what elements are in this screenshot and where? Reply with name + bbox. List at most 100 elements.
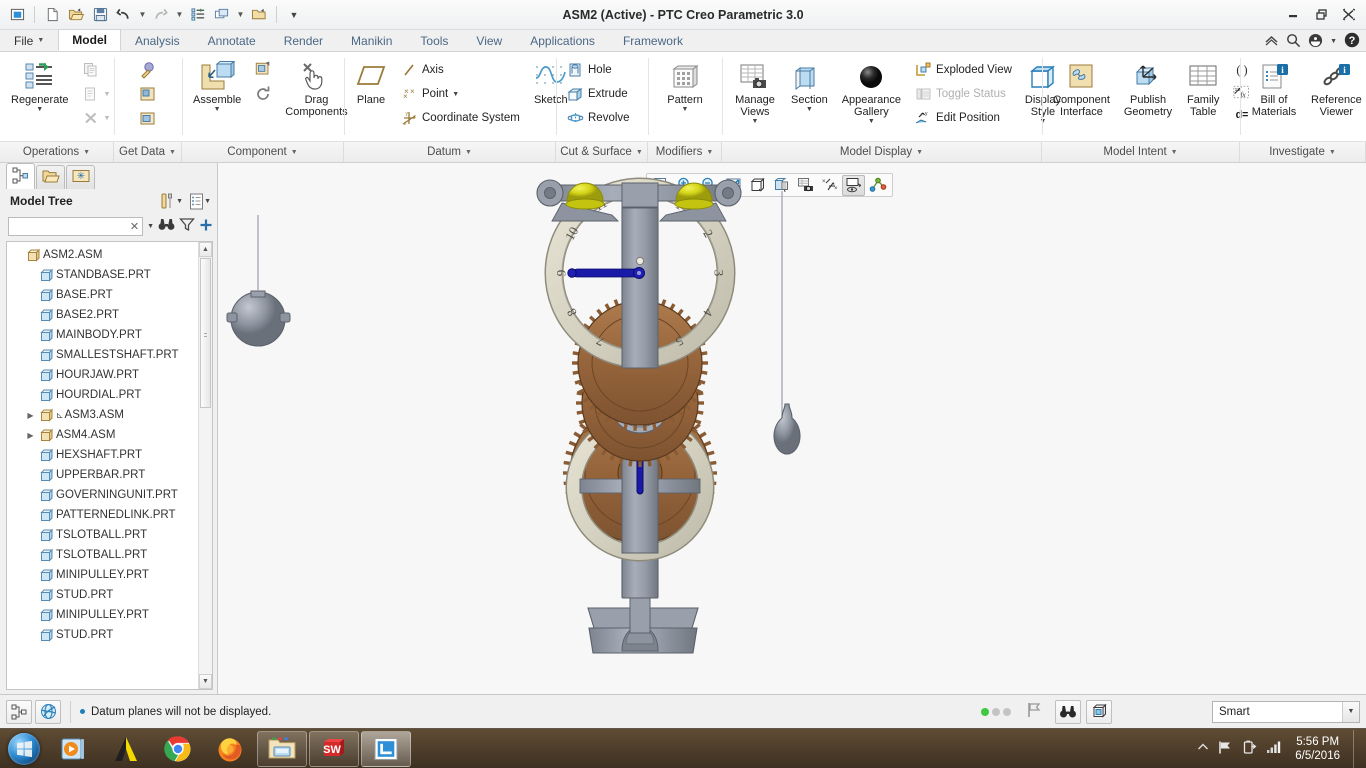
show-hidden-icons-icon[interactable] bbox=[1197, 742, 1209, 755]
paste-button[interactable]: ▼ bbox=[77, 82, 116, 106]
tab-file[interactable]: File ▼ bbox=[0, 29, 58, 51]
folder-browser-tab[interactable] bbox=[36, 165, 65, 189]
search-input[interactable]: ✕ bbox=[8, 216, 144, 236]
point-button[interactable]: × × × Point ▼ bbox=[395, 82, 525, 106]
window-switch-icon[interactable] bbox=[211, 4, 233, 26]
toggle-status-button[interactable]: Toggle Status bbox=[909, 82, 1017, 106]
tree-item-patternedlink-prt[interactable]: PATTERNEDLINK.PRT bbox=[7, 505, 198, 525]
clock-assembly-model[interactable]: 121234567891011 bbox=[218, 163, 1366, 694]
search-icon[interactable] bbox=[1286, 33, 1301, 51]
flag-icon[interactable] bbox=[1027, 702, 1041, 721]
expand-arrow-icon[interactable]: ▶ bbox=[24, 411, 37, 420]
chevron-down-icon[interactable]: ▼ bbox=[214, 106, 221, 114]
windows-explorer-window[interactable] bbox=[257, 730, 307, 767]
tree-item-hourdial-prt[interactable]: HOURDIAL.PRT bbox=[7, 385, 198, 405]
scrollbar-thumb[interactable] bbox=[200, 258, 211, 408]
tab-manikin[interactable]: Manikin bbox=[337, 29, 406, 51]
bill-of-materials-button[interactable]: i Bill of Materials bbox=[1245, 56, 1303, 120]
model-tree-toggle-icon[interactable] bbox=[6, 699, 32, 724]
tree-display-icon[interactable] bbox=[189, 193, 204, 210]
group-label-investigate[interactable]: Investigate ▼ bbox=[1240, 142, 1366, 162]
selection-filter-combo[interactable]: Smart ▼ bbox=[1212, 700, 1360, 723]
tab-tools[interactable]: Tools bbox=[406, 29, 462, 51]
redo-dropdown-caret[interactable]: ▼ bbox=[174, 10, 185, 19]
expand-arrow-icon[interactable]: ▶ bbox=[24, 431, 37, 440]
repeat-button[interactable] bbox=[249, 82, 277, 106]
show-desktop-button[interactable] bbox=[1353, 729, 1362, 768]
taskbar-clock[interactable]: 5:56 PM 6/5/2016 bbox=[1291, 735, 1344, 763]
tree-item-base-prt[interactable]: BASE.PRT bbox=[7, 285, 198, 305]
extrude-button[interactable]: Extrude bbox=[561, 82, 635, 106]
creo-parametric-window[interactable] bbox=[361, 730, 411, 767]
regenerate-button[interactable]: Regenerate ▼ bbox=[5, 56, 75, 116]
edit-position-button[interactable]: y Edit Position bbox=[909, 106, 1017, 130]
minimize-button[interactable] bbox=[1280, 4, 1306, 24]
clear-search-icon[interactable]: ✕ bbox=[130, 220, 139, 233]
tree-item-asm4-asm[interactable]: ▶ ASM4.ASM bbox=[7, 425, 198, 445]
tab-model[interactable]: Model bbox=[58, 29, 121, 51]
hole-button[interactable]: Hole bbox=[561, 58, 635, 82]
shrinkwrap-button[interactable] bbox=[134, 82, 162, 106]
search-binoculars-icon[interactable] bbox=[1055, 699, 1081, 724]
graphics-viewport[interactable]: × × 2 3 4 5 7 8 9 10 bbox=[218, 163, 1366, 694]
axis-button[interactable]: Axis bbox=[395, 58, 525, 82]
find-binoculars-icon[interactable] bbox=[158, 217, 175, 235]
tree-item-governingunit-prt[interactable]: GOVERNINGUNIT.PRT bbox=[7, 485, 198, 505]
scroll-up-button[interactable]: ▲ bbox=[199, 242, 212, 257]
model-tree-tab[interactable] bbox=[6, 163, 35, 189]
tree-item-hexshaft-prt[interactable]: HEXSHAFT.PRT bbox=[7, 445, 198, 465]
chevron-down-icon[interactable]: ▼ bbox=[1330, 38, 1337, 45]
tree-item-mainbody-prt[interactable]: MAINBODY.PRT bbox=[7, 325, 198, 345]
tree-item-asm2-asm[interactable]: ASM2.ASM bbox=[7, 245, 198, 265]
action-center-flag-icon[interactable] bbox=[1218, 740, 1233, 758]
revolve-button[interactable]: Revolve bbox=[561, 106, 635, 130]
network-signal-icon[interactable] bbox=[1266, 740, 1282, 757]
help-account-icon[interactable] bbox=[1308, 33, 1323, 51]
tree-item-upperbar-prt[interactable]: UPPERBAR.PRT bbox=[7, 465, 198, 485]
help-icon[interactable]: ? bbox=[1344, 32, 1360, 51]
close-button[interactable] bbox=[1336, 4, 1362, 24]
tree-item-stud-prt[interactable]: STUD.PRT bbox=[7, 585, 198, 605]
tree-item-minipulley-prt[interactable]: MINIPULLEY.PRT bbox=[7, 605, 198, 625]
coordinate-system-button[interactable]: yzx Coordinate System bbox=[395, 106, 525, 130]
close-window-icon[interactable] bbox=[248, 4, 270, 26]
tree-item-tslotball-prt[interactable]: TSLOTBALL.PRT bbox=[7, 525, 198, 545]
solidworks-window[interactable]: SW bbox=[309, 730, 359, 767]
browser-toggle-icon[interactable] bbox=[35, 699, 61, 724]
chevron-down-icon[interactable]: ▼ bbox=[868, 118, 875, 126]
window-dropdown-caret[interactable]: ▼ bbox=[235, 10, 246, 19]
google-chrome-icon[interactable] bbox=[153, 731, 203, 767]
avast-icon[interactable] bbox=[101, 731, 151, 767]
assemble-button[interactable]: Assemble ▼ bbox=[187, 56, 247, 116]
tab-annotate[interactable]: Annotate bbox=[194, 29, 270, 51]
model-tree[interactable]: ASM2.ASM STANDBASE.PRT BASE.PRT BASE2.PRT MA… bbox=[6, 241, 213, 690]
tab-framework[interactable]: Framework bbox=[609, 29, 697, 51]
merge-inheritance-button[interactable] bbox=[134, 106, 162, 130]
copy-button[interactable] bbox=[77, 58, 116, 82]
settings-tools-icon[interactable] bbox=[160, 192, 176, 210]
chevron-down-icon[interactable]: ▼ bbox=[36, 106, 43, 114]
group-label-cut-surface[interactable]: Cut & Surface ▼ bbox=[556, 142, 648, 162]
component-interface-button[interactable]: Component Interface bbox=[1047, 56, 1116, 120]
chevron-down-icon[interactable]: ▼ bbox=[147, 223, 154, 230]
group-label-model-intent[interactable]: Model Intent ▼ bbox=[1042, 142, 1240, 162]
create-component-button[interactable] bbox=[249, 58, 277, 82]
section-button[interactable]: Section ▼ bbox=[785, 56, 834, 116]
drag-components-button[interactable]: Drag Components bbox=[279, 56, 353, 120]
plane-button[interactable]: Plane bbox=[349, 56, 393, 108]
tab-analysis[interactable]: Analysis bbox=[121, 29, 194, 51]
tab-view[interactable]: View bbox=[462, 29, 516, 51]
chevron-down-icon[interactable]: ▼ bbox=[1342, 701, 1359, 722]
battery-icon[interactable] bbox=[1242, 740, 1257, 758]
tree-item-base2-prt[interactable]: BASE2.PRT bbox=[7, 305, 198, 325]
tree-item-stud-prt[interactable]: STUD.PRT bbox=[7, 625, 198, 645]
favorites-tab[interactable]: ✳ bbox=[66, 165, 95, 189]
group-label-get-data[interactable]: Get Data ▼ bbox=[114, 142, 182, 162]
restore-button[interactable] bbox=[1308, 4, 1334, 24]
delete-button[interactable]: ▼ bbox=[77, 106, 116, 130]
regenerate-icon[interactable] bbox=[187, 4, 209, 26]
tree-item-hourjaw-prt[interactable]: HOURJAW.PRT bbox=[7, 365, 198, 385]
scroll-down-button[interactable]: ▼ bbox=[199, 674, 212, 689]
chevron-down-icon[interactable]: ▼ bbox=[806, 106, 813, 114]
model-selection-icon[interactable] bbox=[1086, 699, 1112, 724]
